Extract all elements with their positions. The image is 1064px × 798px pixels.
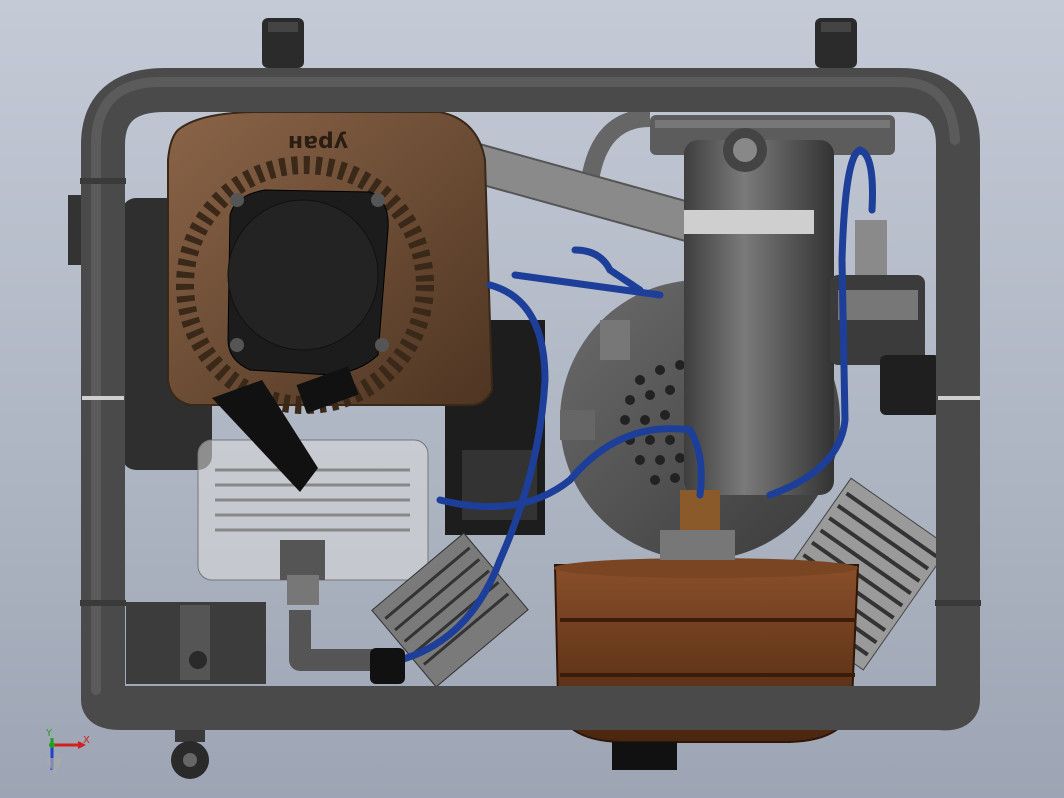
model-view[interactable]: yран X Y <box>0 0 1064 798</box>
top-knob-left <box>262 18 304 68</box>
engine-cover: yран <box>167 111 494 414</box>
engine-cover-logo: yран <box>288 130 348 155</box>
cad-viewport[interactable]: yран X Y <box>0 0 1064 798</box>
wheel <box>171 722 209 779</box>
triad-y-label: Y <box>45 728 53 739</box>
top-knob-right <box>815 18 857 68</box>
filter-canister <box>684 128 834 495</box>
base-bracket <box>126 602 266 684</box>
triad-x-label: X <box>83 735 90 746</box>
coordinate-triad: X Y <box>45 728 90 775</box>
diagonal-strut <box>464 138 701 247</box>
